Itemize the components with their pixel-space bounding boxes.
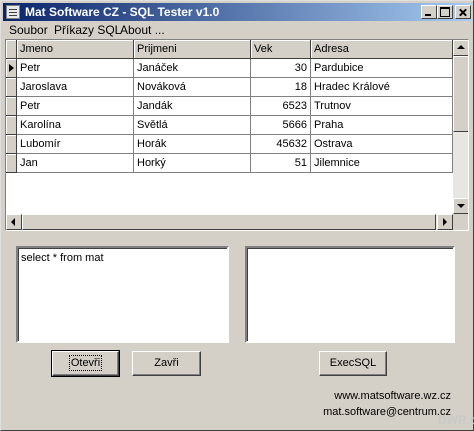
column-header-prijmeni[interactable]: Prijmeni xyxy=(134,40,251,59)
current-row-arrow-icon xyxy=(9,64,14,72)
cell-jmeno[interactable]: Petr xyxy=(17,59,134,78)
vertical-scroll-thumb[interactable] xyxy=(453,56,468,132)
row-indicator[interactable] xyxy=(6,154,17,173)
column-header-jmeno[interactable]: Jmeno xyxy=(17,40,134,59)
cell-adresa[interactable]: Ostrava xyxy=(311,135,453,154)
horizontal-scrollbar[interactable] xyxy=(6,214,453,230)
cell-prijmeni[interactable]: Nováková xyxy=(134,78,251,97)
execsql-button-label: ExecSQL xyxy=(329,357,377,369)
window-title: Mat Software CZ - SQL Tester v1.0 xyxy=(25,5,220,19)
close-window-button[interactable] xyxy=(455,5,471,19)
scroll-up-arrow-icon[interactable] xyxy=(453,40,468,56)
cell-prijmeni[interactable]: Horký xyxy=(134,154,251,173)
vertical-scrollbar[interactable] xyxy=(453,40,468,214)
cell-vek[interactable]: 6523 xyxy=(251,97,311,116)
cell-prijmeni[interactable]: Světlá xyxy=(134,116,251,135)
website-link[interactable]: www.matsoftware.wz.cz xyxy=(334,390,451,402)
grid-corner-header xyxy=(6,40,17,59)
row-indicator[interactable] xyxy=(6,59,17,78)
result-output[interactable] xyxy=(245,246,455,343)
cell-jmeno[interactable]: Karolína xyxy=(17,116,134,135)
cell-adresa[interactable]: Trutnov xyxy=(311,97,453,116)
column-header-adresa[interactable]: Adresa xyxy=(311,40,453,59)
execsql-button[interactable]: ExecSQL xyxy=(319,351,387,376)
row-indicator[interactable] xyxy=(6,116,17,135)
cell-vek[interactable]: 51 xyxy=(251,154,311,173)
app-window: Mat Software CZ - SQL Tester v1.0 Soubor… xyxy=(0,0,474,431)
cell-vek[interactable]: 5666 xyxy=(251,116,311,135)
data-grid[interactable]: Jmeno Prijmeni Vek Adresa Petr Janáček 3… xyxy=(5,39,469,231)
watermark: DWR.cz xyxy=(438,413,474,427)
cell-vek[interactable]: 45632 xyxy=(251,135,311,154)
column-header-vek[interactable]: Vek xyxy=(251,40,311,59)
title-bar[interactable]: Mat Software CZ - SQL Tester v1.0 xyxy=(3,3,471,21)
scrollbar-corner xyxy=(453,214,468,230)
cell-jmeno[interactable]: Jaroslava xyxy=(17,78,134,97)
sql-input[interactable]: select * from mat xyxy=(16,246,229,343)
scroll-left-arrow-icon[interactable] xyxy=(6,214,22,230)
cell-vek[interactable]: 18 xyxy=(251,78,311,97)
close-button[interactable]: Zavři xyxy=(132,351,201,376)
cell-adresa[interactable]: Pardubice xyxy=(311,59,453,78)
cell-jmeno[interactable]: Lubomír xyxy=(17,135,134,154)
row-indicator[interactable] xyxy=(6,78,17,97)
cell-prijmeni[interactable]: Janáček xyxy=(134,59,251,78)
open-button[interactable]: Otevři xyxy=(51,350,120,377)
cell-prijmeni[interactable]: Jandák xyxy=(134,97,251,116)
cell-adresa[interactable]: Hradec Králové xyxy=(311,78,453,97)
cell-jmeno[interactable]: Petr xyxy=(17,97,134,116)
menu-prikazy-sql[interactable]: Příkazy SQL xyxy=(54,23,121,37)
scroll-down-arrow-icon[interactable] xyxy=(453,198,468,214)
cell-jmeno[interactable]: Jan xyxy=(17,154,134,173)
open-button-label: Otevři xyxy=(68,355,103,371)
menu-soubor[interactable]: Soubor xyxy=(9,23,48,37)
close-button-label: Zavři xyxy=(154,357,179,369)
row-indicator[interactable] xyxy=(6,135,17,154)
cell-vek[interactable]: 30 xyxy=(251,59,311,78)
horizontal-scroll-thumb[interactable] xyxy=(22,214,436,230)
cell-adresa[interactable]: Praha xyxy=(311,116,453,135)
email-link[interactable]: mat.software@centrum.cz xyxy=(323,406,451,418)
cell-adresa[interactable]: Jilemnice xyxy=(311,154,453,173)
cell-prijmeni[interactable]: Horák xyxy=(134,135,251,154)
maximize-button[interactable] xyxy=(437,5,453,19)
row-indicator[interactable] xyxy=(6,97,17,116)
menu-about[interactable]: About ... xyxy=(120,23,165,37)
scroll-right-arrow-icon[interactable] xyxy=(437,214,453,230)
app-icon[interactable] xyxy=(6,5,20,19)
minimize-button[interactable] xyxy=(421,5,437,19)
